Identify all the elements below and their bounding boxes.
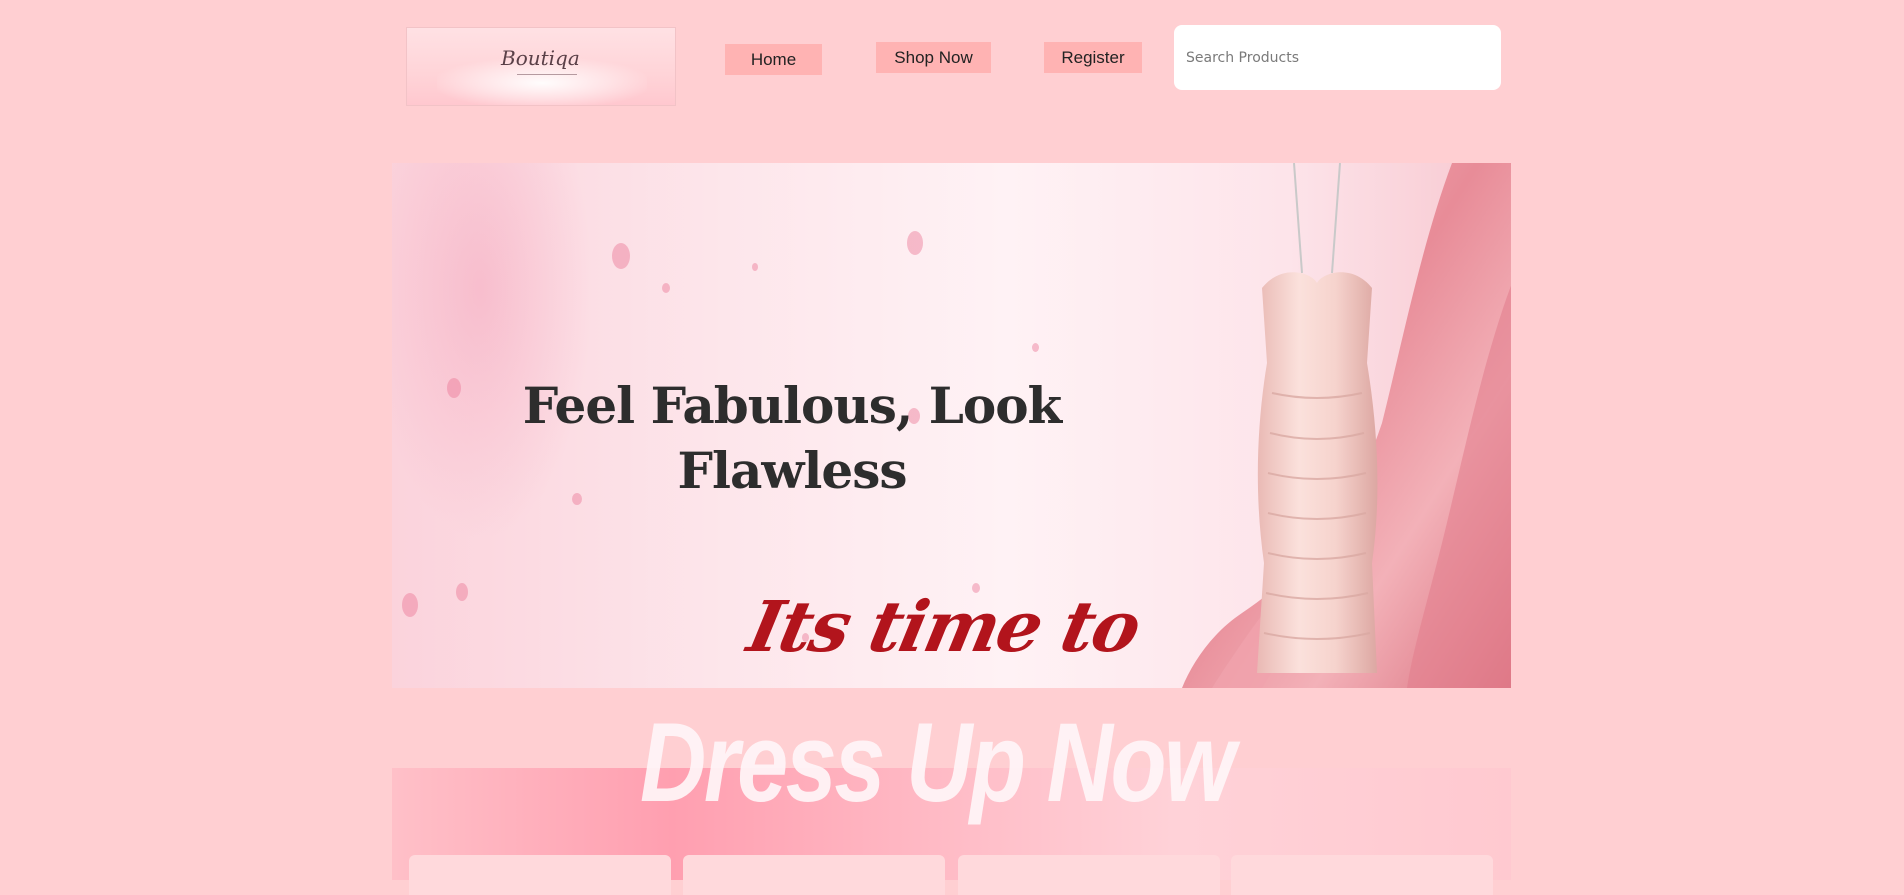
logo-text: Boutiqa <box>501 46 580 70</box>
bokeh-dot <box>752 263 758 271</box>
logo-underline <box>517 74 577 75</box>
hero-headline: Dress Up Now <box>640 700 1236 825</box>
bokeh-dot <box>662 283 670 293</box>
bokeh-dot <box>1032 343 1039 352</box>
product-card[interactable] <box>1231 855 1493 895</box>
hero-title-line2: Flawless <box>677 441 907 500</box>
dress-image <box>1257 163 1378 673</box>
register-button[interactable]: Register <box>1044 42 1142 73</box>
bokeh-dot <box>456 583 468 601</box>
product-card[interactable] <box>409 855 671 895</box>
hero-tagline: Its time to <box>741 585 1147 668</box>
hero-title: Feel Fabulous, Look Flawless <box>522 373 1062 503</box>
search-input[interactable] <box>1174 25 1501 90</box>
product-card[interactable] <box>683 855 945 895</box>
hero-title-line1: Feel Fabulous, Look <box>522 376 1062 435</box>
shop-now-button[interactable]: Shop Now <box>876 42 991 73</box>
bokeh-dot <box>612 243 630 269</box>
product-card[interactable] <box>958 855 1220 895</box>
bokeh-dot <box>907 231 923 255</box>
bokeh-dot <box>402 593 418 617</box>
bokeh-dot <box>447 378 461 398</box>
logo[interactable]: Boutiqa <box>406 27 676 106</box>
home-button[interactable]: Home <box>725 44 822 75</box>
